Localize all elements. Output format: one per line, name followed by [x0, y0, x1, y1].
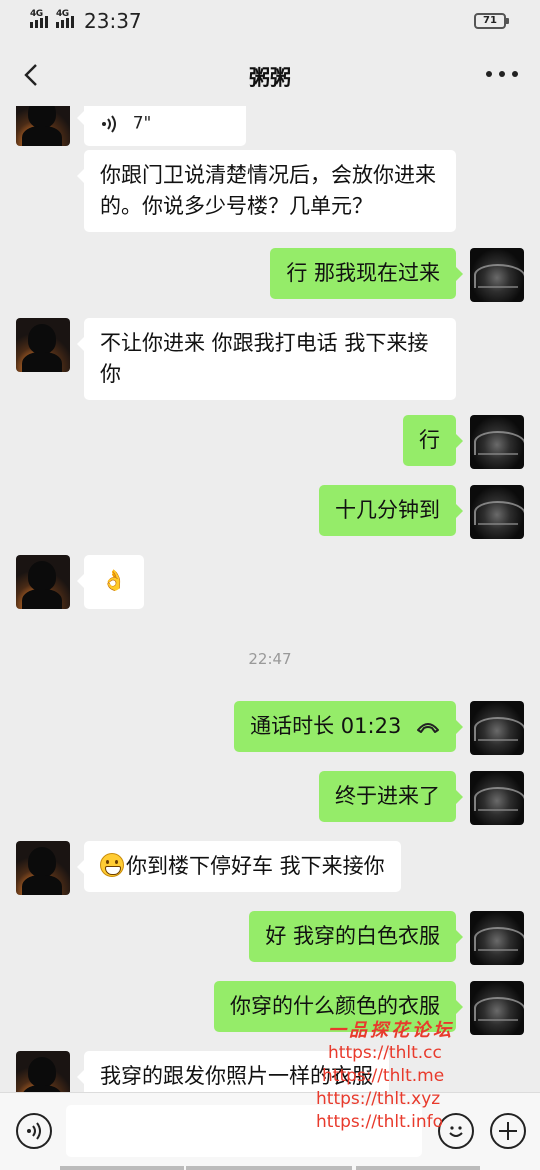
message-bubble[interactable]: 好 我穿的白色衣服: [249, 911, 463, 962]
user-avatar[interactable]: [470, 485, 524, 539]
message-bubble[interactable]: 十几分钟到: [319, 485, 463, 536]
chat-message-list[interactable]: 7" 你跟门卫说清楚情况后，会放你进来的。你说多少号楼？几单元？ 行 那我现在过…: [0, 106, 540, 1092]
voice-wave-icon: [27, 1122, 41, 1140]
grin-emoji-icon: [100, 853, 124, 877]
user-avatar[interactable]: [470, 981, 524, 1035]
emoji-message-bubble[interactable]: 👌: [77, 555, 144, 609]
user-avatar[interactable]: [470, 771, 524, 825]
signal-icon: 4G: [56, 9, 78, 30]
message-bubble[interactable]: 你到楼下停好车 我下来接你: [77, 841, 401, 892]
chat-header: 粥粥: [0, 44, 540, 106]
message-bubble[interactable]: 行 那我现在过来: [270, 248, 463, 299]
user-avatar[interactable]: [470, 248, 524, 302]
voice-message-bubble[interactable]: 7": [77, 106, 246, 146]
smiley-icon: [449, 1126, 463, 1137]
contact-avatar[interactable]: [16, 555, 70, 609]
voice-wave-icon: [102, 115, 116, 133]
message-bubble[interactable]: 我穿的跟发你照片一样的衣服: [77, 1051, 389, 1092]
call-record-bubble[interactable]: 通话时长 01:23: [234, 701, 463, 752]
message-bubble[interactable]: 终于进来了: [319, 771, 463, 822]
status-bar: 4G 4G 23:37 71: [0, 0, 540, 44]
user-avatar[interactable]: [470, 911, 524, 965]
message-bubble[interactable]: 行: [403, 415, 463, 466]
nav-indicator: [356, 1166, 480, 1170]
call-duration-text: 通话时长 01:23: [250, 714, 402, 738]
contact-avatar[interactable]: [16, 106, 70, 146]
message-text: 你到楼下停好车 我下来接你: [126, 854, 385, 878]
message-bubble[interactable]: 不让你进来 你跟我打电话 我下来接你: [77, 318, 456, 400]
user-avatar[interactable]: [470, 415, 524, 469]
message-bubble[interactable]: 你穿的什么颜色的衣服: [214, 981, 463, 1032]
message-input[interactable]: [66, 1105, 422, 1157]
status-time: 23:37: [84, 9, 142, 33]
battery-icon: 71: [474, 13, 509, 29]
signal-icon: 4G: [30, 9, 52, 30]
input-bar: [0, 1092, 540, 1170]
contact-avatar[interactable]: [16, 1051, 70, 1092]
ok-hand-emoji-icon: 👌: [101, 568, 127, 592]
emoji-button[interactable]: [438, 1113, 474, 1149]
user-avatar[interactable]: [470, 701, 524, 755]
phone-hangup-icon: [417, 723, 439, 733]
voice-duration: 7": [132, 113, 152, 134]
message-bubble[interactable]: 你跟门卫说清楚情况后，会放你进来的。你说多少号楼？几单元？: [77, 150, 456, 232]
nav-indicator: [186, 1166, 352, 1170]
more-options-icon[interactable]: [486, 71, 518, 79]
contact-avatar[interactable]: [16, 841, 70, 895]
contact-avatar[interactable]: [16, 318, 70, 372]
time-divider: 22:47: [248, 650, 292, 668]
more-functions-plus-button[interactable]: [490, 1113, 526, 1149]
nav-indicator: [60, 1166, 184, 1170]
chat-title: 粥粥: [249, 66, 291, 90]
voice-input-button[interactable]: [16, 1113, 52, 1149]
